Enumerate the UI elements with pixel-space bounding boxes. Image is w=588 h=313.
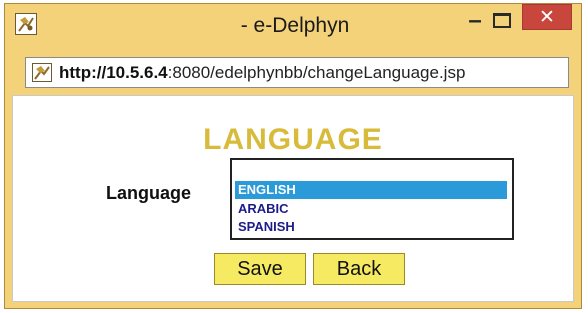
- title-bar: - e-Delphyn – ✕: [5, 4, 581, 50]
- save-button[interactable]: Save: [214, 253, 306, 285]
- language-label: Language: [106, 183, 192, 203]
- site-icon: [32, 63, 52, 82]
- close-button[interactable]: ✕: [522, 4, 572, 30]
- language-listbox[interactable]: ENGLISH ARABIC SPANISH: [230, 158, 514, 240]
- app-icon: [15, 13, 37, 35]
- page-heading: LANGUAGE: [203, 123, 383, 156]
- url-host: http://10.5.6.4: [59, 63, 168, 82]
- back-button[interactable]: Back: [313, 253, 405, 285]
- language-option-spanish[interactable]: SPANISH: [235, 218, 507, 236]
- url-path: :8080/edelphynbb/changeLanguage.jsp: [167, 63, 466, 82]
- language-option-english[interactable]: ENGLISH: [235, 181, 507, 199]
- url-text[interactable]: http://10.5.6.4:8080/edelphynbb/changeLa…: [59, 63, 465, 83]
- window-title: - e-Delphyn: [240, 14, 350, 37]
- browser-window: - e-Delphyn – ✕ http://10.5.6.4:8080/ede…: [4, 3, 582, 309]
- language-option-arabic[interactable]: ARABIC: [235, 200, 507, 218]
- page-content: LANGUAGE Language ENGLISH ARABIC SPANISH…: [12, 95, 574, 302]
- address-bar[interactable]: http://10.5.6.4:8080/edelphynbb/changeLa…: [25, 57, 569, 88]
- maximize-button[interactable]: [493, 13, 511, 28]
- minimize-button[interactable]: –: [460, 9, 490, 39]
